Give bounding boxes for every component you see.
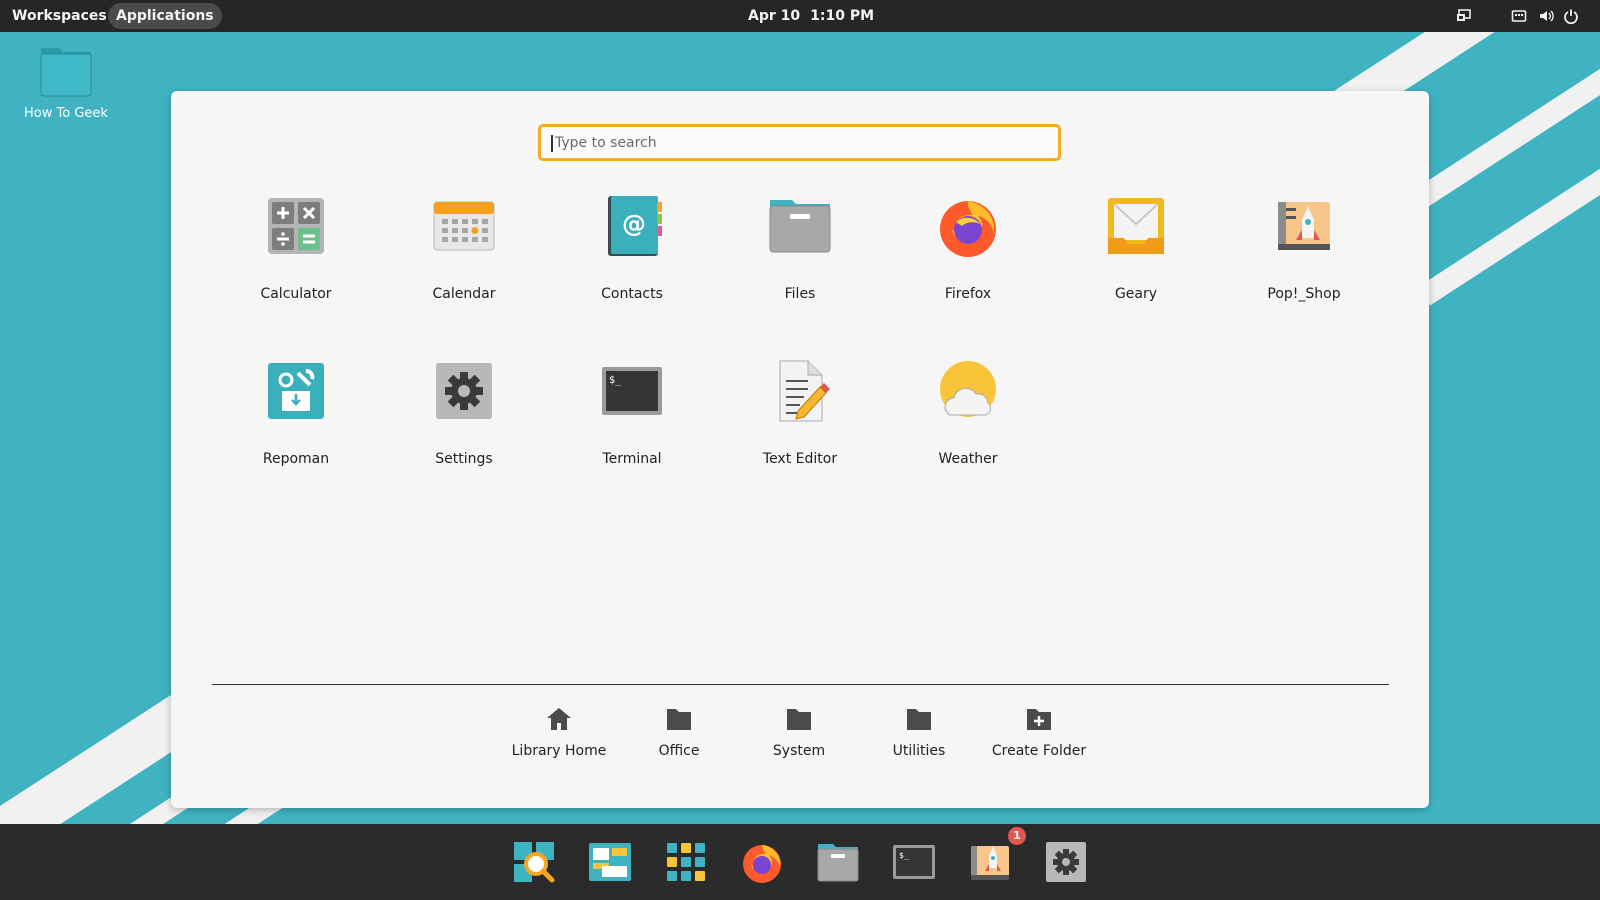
search-icon[interactable] xyxy=(512,840,556,884)
workspaces-button[interactable]: Workspaces xyxy=(4,3,115,29)
clock-time: 1:10 PM xyxy=(810,8,875,24)
desktop-folder-label: How To Geek xyxy=(24,106,108,121)
folder-icon xyxy=(40,48,92,97)
dock: $_ xyxy=(0,824,1600,900)
text-editor-icon xyxy=(779,360,830,422)
app-pop-shop[interactable]: Pop!_Shop xyxy=(1229,186,1379,336)
weather-icon xyxy=(940,361,996,417)
display-icon[interactable] xyxy=(1456,8,1472,24)
app-label: Pop!_Shop xyxy=(1267,286,1341,302)
category-label: Library Home xyxy=(511,743,607,759)
svg-text:@: @ xyxy=(622,210,646,238)
category-utilities[interactable]: Utilities xyxy=(864,705,974,759)
app-label: Settings xyxy=(435,451,493,467)
folder-icon xyxy=(667,709,691,730)
category-label: Office xyxy=(658,743,700,759)
app-label: Calendar xyxy=(432,286,496,302)
terminal-icon[interactable]: $_ xyxy=(892,840,936,884)
app-label: Contacts xyxy=(601,286,663,302)
power-icon[interactable] xyxy=(1563,8,1579,24)
volume-icon[interactable] xyxy=(1538,8,1554,24)
category-label: Utilities xyxy=(892,743,946,759)
app-calendar[interactable]: Calendar xyxy=(389,186,539,336)
category-library-home[interactable]: Library Home xyxy=(504,705,614,759)
svg-text:$_: $_ xyxy=(609,375,622,386)
clock[interactable]: Apr 10 1:10 PM xyxy=(748,0,884,32)
app-files[interactable]: Files xyxy=(725,186,875,336)
folder-icon xyxy=(907,709,931,730)
folder-plus-icon xyxy=(1027,709,1051,730)
files-icon xyxy=(769,200,831,253)
home-icon xyxy=(547,708,571,730)
desktop-folder-how-to-geek[interactable]: How To Geek xyxy=(20,42,112,121)
application-library: Calculator Calendar @ Contacts xyxy=(171,91,1429,808)
app-contacts[interactable]: @ Contacts xyxy=(557,186,707,336)
text-cursor xyxy=(551,135,553,152)
applications-button[interactable]: Applications xyxy=(108,3,222,29)
app-grid-icon[interactable] xyxy=(664,840,708,884)
calendar-icon xyxy=(433,201,495,251)
clock-date: Apr 10 xyxy=(748,8,801,24)
repoman-icon xyxy=(268,363,324,419)
folder-icon xyxy=(787,709,811,730)
category-office[interactable]: Office xyxy=(624,705,734,759)
gear-icon[interactable] xyxy=(1044,840,1088,884)
firefox-icon[interactable] xyxy=(740,840,784,884)
calculator-icon xyxy=(268,198,324,254)
category-label: Create Folder xyxy=(991,743,1087,759)
mail-icon xyxy=(1108,198,1164,254)
divider xyxy=(212,684,1389,685)
app-weather[interactable]: Weather xyxy=(893,351,1043,501)
app-label: Calculator xyxy=(260,286,332,302)
app-repoman[interactable]: Repoman xyxy=(221,351,371,501)
app-label: Firefox xyxy=(944,286,992,302)
terminal-icon: $_ xyxy=(602,367,662,415)
app-firefox[interactable]: Firefox xyxy=(893,186,1043,336)
svg-text:$_: $_ xyxy=(899,851,909,860)
app-label: Weather xyxy=(938,451,998,467)
app-text-editor[interactable]: Text Editor xyxy=(725,351,875,501)
workspaces-icon[interactable] xyxy=(588,840,632,884)
files-icon[interactable] xyxy=(816,840,860,884)
gear-icon xyxy=(436,363,492,419)
notification-badge: 1 xyxy=(1008,827,1026,845)
app-label: Geary xyxy=(1114,286,1158,302)
app-terminal[interactable]: $_ Terminal xyxy=(557,351,707,501)
app-settings[interactable]: Settings xyxy=(389,351,539,501)
app-label: Files xyxy=(784,286,816,302)
app-geary[interactable]: Geary xyxy=(1061,186,1211,336)
app-label: Text Editor xyxy=(762,451,838,467)
category-label: System xyxy=(772,743,826,759)
top-panel: Workspaces Applications Apr 10 1:10 PM xyxy=(0,0,1600,32)
category-system[interactable]: System xyxy=(744,705,854,759)
firefox-icon xyxy=(940,201,996,257)
shop-icon[interactable] xyxy=(968,840,1012,884)
shop-icon xyxy=(1278,202,1330,250)
contacts-icon: @ xyxy=(608,196,662,256)
create-folder-button[interactable]: Create Folder xyxy=(984,705,1094,759)
app-calculator[interactable]: Calculator xyxy=(221,186,371,336)
keyboard-icon[interactable] xyxy=(1511,8,1527,24)
search-input[interactable] xyxy=(538,124,1061,161)
app-label: Terminal xyxy=(602,451,662,467)
app-label: Repoman xyxy=(262,451,330,467)
